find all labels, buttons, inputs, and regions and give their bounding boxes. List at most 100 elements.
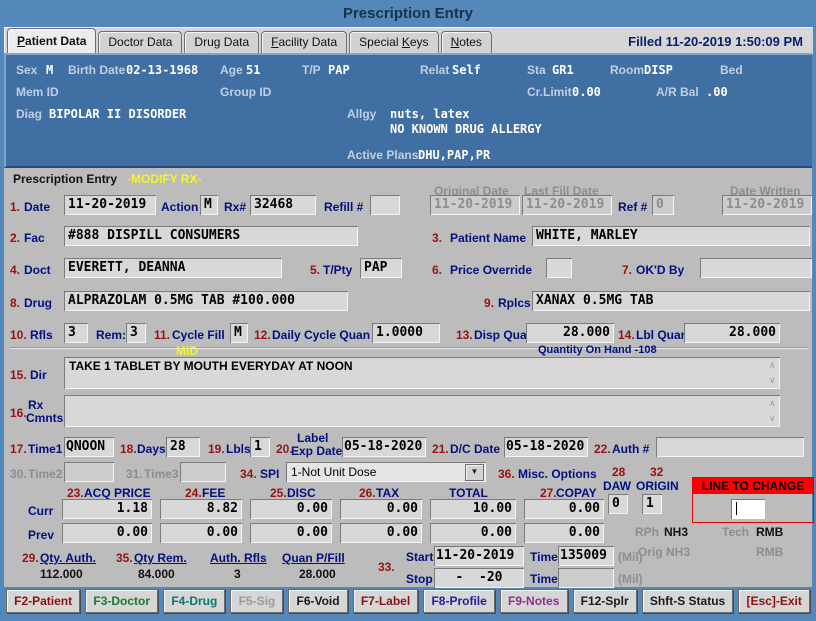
rfls-field[interactable]: 3 (64, 323, 88, 343)
label-exp-date-label-2: Exp Date (291, 444, 343, 458)
drug-field[interactable]: ALPRAZOLAM 0.5MG TAB #100.000 (64, 291, 348, 311)
window-title: Prescription Entry (342, 5, 474, 22)
curr-acq-price-field[interactable]: 1.18 (62, 499, 152, 519)
auth-number-field[interactable] (656, 437, 804, 457)
dc-date-field[interactable]: 05-18-2020 (504, 437, 588, 457)
group-divider (10, 347, 808, 349)
patient-name-field[interactable]: WHITE, MARLEY (532, 226, 810, 246)
stop-date-field[interactable]: - -20 (434, 568, 524, 588)
rx-number-field[interactable]: 32468 (250, 195, 316, 215)
f3-doctor-button[interactable]: F3-Doctor (85, 589, 159, 613)
f9-notes-button[interactable]: F9-Notes (499, 589, 568, 613)
directions-textarea[interactable]: TAKE 1 TABLET BY MOUTH EVERYDAY AT NOON (64, 357, 780, 389)
tab-patient-data[interactable]: Patient Data (7, 28, 97, 53)
sex-label: Sex (16, 63, 38, 77)
modify-rx-banner: -MODIFY RX- (124, 172, 205, 186)
action-field[interactable]: M (200, 195, 218, 215)
start-time-field[interactable]: 135009 (558, 546, 614, 566)
line-to-change-label: LINE TO CHANGE (693, 478, 813, 494)
okd-by-field[interactable] (700, 258, 812, 278)
curr-copay-field[interactable]: 0.00 (524, 499, 604, 519)
f12-splr-button[interactable]: F12-Splr (572, 589, 637, 613)
tab-doctor-data[interactable]: Doctor Data (98, 31, 183, 53)
dir-scroll-up-icon[interactable]: ∧ (769, 361, 776, 370)
lbls-label: Lbls (226, 442, 251, 456)
start-time-label: Time (530, 550, 558, 564)
refill-field[interactable] (370, 195, 400, 215)
f2-patient-button[interactable]: F2-Patient (6, 589, 81, 613)
days-field[interactable]: 28 (166, 437, 200, 457)
f7-label-button[interactable]: F7-Label (352, 589, 419, 613)
shft-s-status-button[interactable]: Shft-S Status (641, 589, 734, 613)
start-date-field[interactable]: 11-20-2019 (434, 546, 524, 566)
curr-disc-field[interactable]: 0.00 (250, 499, 332, 519)
daw-field[interactable]: 0 (608, 494, 628, 514)
f4-drug-button[interactable]: F4-Drug (163, 589, 226, 613)
active-plans-value: DHU,PAP,PR (418, 148, 491, 162)
spi-dropdown[interactable]: 1-Not Unit Dose ▼ (286, 462, 486, 482)
f6-void-button[interactable]: F6-Void (288, 589, 348, 613)
quan-pfill-label: Quan P/Fill (282, 551, 345, 565)
lbl-quan-field[interactable]: 28.000 (684, 323, 780, 343)
rx-cmnts-scroll-up-icon[interactable]: ∧ (769, 399, 776, 408)
time1-field[interactable]: QNOON (64, 437, 114, 457)
label-exp-date-field[interactable]: 05-18-2020 (342, 437, 426, 457)
allergy-label: Allgy (347, 107, 377, 121)
line-to-change-input[interactable] (731, 499, 765, 519)
tpty-field[interactable]: PAP (360, 258, 402, 278)
date-field[interactable]: 11-20-2019 (64, 195, 156, 215)
disp-quan-field[interactable]: 28.000 (526, 323, 614, 343)
age-label: Age (220, 63, 243, 77)
stop-time-field (558, 568, 614, 588)
qty-auth-value: 112.000 (40, 567, 83, 581)
tech-label: Tech (722, 525, 750, 539)
field6-num: 6. (432, 263, 443, 277)
origin-field[interactable]: 1 (642, 494, 662, 514)
curr-fee-field[interactable]: 8.82 (160, 499, 242, 519)
tab-facility-data[interactable]: Facility Data (261, 31, 348, 53)
stop-time-label: Time (530, 572, 558, 586)
rx-comments-textarea[interactable] (64, 395, 780, 427)
field25-num: 25. (270, 486, 287, 500)
tab-drug-data[interactable]: Drug Data (184, 31, 260, 53)
spi-dropdown-arrow-icon[interactable]: ▼ (465, 464, 484, 481)
origin-label: ORIGIN (636, 479, 679, 493)
diag-value: BIPOLAR II DISORDER (49, 107, 187, 121)
sta-label: Sta (527, 63, 546, 77)
tab-special-keys[interactable]: Special Keys (349, 31, 439, 53)
field1-num: 1. (10, 200, 21, 214)
cycle-fill-field[interactable]: M (230, 323, 248, 343)
curr-tax-field[interactable]: 0.00 (340, 499, 422, 519)
line-to-change-box: LINE TO CHANGE (692, 477, 814, 523)
doctor-field[interactable]: EVERETT, DEANNA (64, 258, 282, 278)
price-override-field[interactable] (546, 258, 572, 278)
rem-field[interactable]: 3 (126, 323, 146, 343)
lbls-field[interactable]: 1 (250, 437, 270, 457)
spi-dropdown-value: 1-Not Unit Dose (291, 465, 377, 479)
field32-num: 32 (650, 465, 664, 479)
dir-scroll-down-icon[interactable]: ∨ (769, 376, 776, 385)
field15-num: 15. (10, 368, 27, 382)
f8-profile-button[interactable]: F8-Profile (423, 589, 495, 613)
price-override-label: Price Override (450, 263, 533, 277)
time3-field (180, 462, 226, 482)
field31-num: 31. (126, 467, 143, 481)
dir-label: Dir (30, 368, 47, 382)
esc-exit-button[interactable]: [Esc]-Exit (738, 589, 810, 613)
field19-num: 19. (208, 442, 225, 456)
facility-field[interactable]: #888 DISPILL CONSUMERS (64, 226, 358, 246)
rplcs-field[interactable]: XANAX 0.5MG TAB (532, 291, 810, 311)
rx-cmnts-label-1: Rx (28, 398, 44, 412)
field4-num: 4. (10, 263, 21, 277)
prev-tax-field: 0.00 (340, 523, 422, 543)
rx-cmnts-scroll-down-icon[interactable]: ∨ (769, 414, 776, 423)
start-time-unit: (Mil) (618, 550, 643, 564)
field13-num: 13. (456, 328, 473, 342)
field29-num: 29. (22, 551, 39, 565)
time1-label: Time1 (28, 442, 63, 456)
diag-label: Diag (16, 107, 43, 121)
daily-cycle-quan-field[interactable]: 1.0000 (372, 323, 440, 343)
rplcs-label: Rplcs (498, 296, 531, 310)
tab-notes[interactable]: Notes (440, 31, 492, 53)
field16-num: 16. (10, 406, 27, 420)
